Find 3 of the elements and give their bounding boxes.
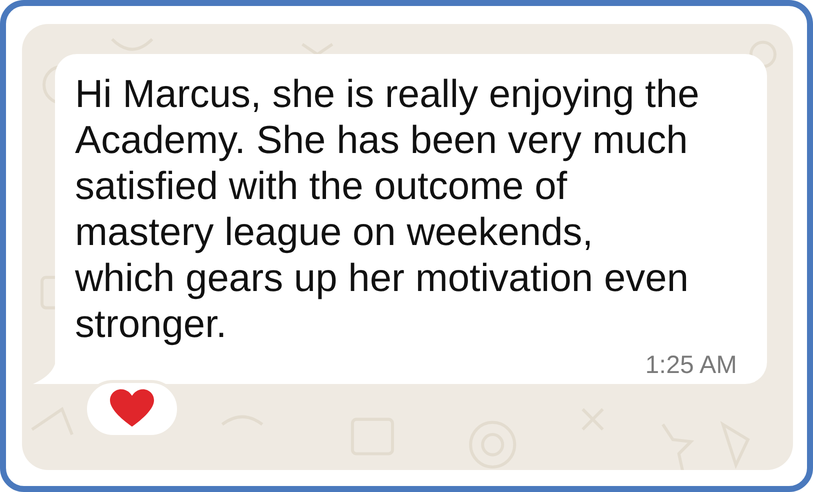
message-text: Hi Marcus, she is really enjoying the Academy. She has been very much satisfied with the outcome of mastery league on weekends, which gears up her motivation even stronger. <box>75 72 700 348</box>
message-time: 1:25 AM <box>645 351 737 379</box>
heart-icon <box>110 389 154 429</box>
